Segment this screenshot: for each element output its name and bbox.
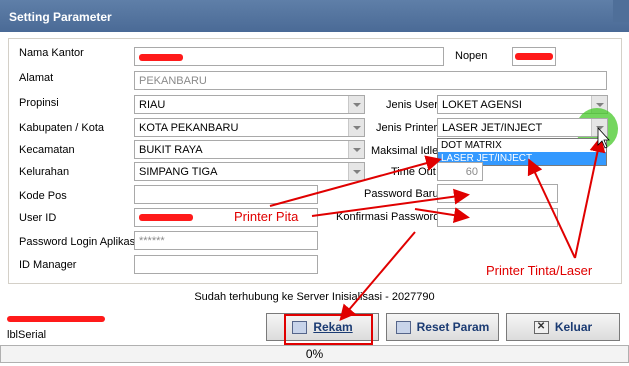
chevron-down-icon[interactable] [348, 96, 364, 113]
jenis-printer-label: Jenis Printer [376, 122, 438, 134]
kabupaten-select[interactable]: KOTA PEKANBARU [134, 118, 365, 137]
close-icon [533, 320, 549, 334]
chevron-down-icon[interactable] [348, 119, 364, 136]
nama-kantor-label: Nama Kantor [19, 47, 84, 59]
save-icon [395, 320, 411, 334]
konfirmasi-password-label: Konfirmasi Password [336, 211, 440, 223]
kode-pos-field[interactable] [134, 185, 318, 204]
serial-label: lblSerial [7, 329, 47, 341]
redaction-mark [139, 54, 183, 61]
chevron-down-icon[interactable] [348, 163, 364, 180]
server-status-text: Sudah terhubung ke Server Inisialisasi -… [194, 291, 435, 303]
maksimal-label: Maksimal Idle [371, 145, 439, 157]
annotation-printer-pita: Printer Pita [234, 209, 299, 224]
id-manager-field[interactable] [134, 255, 318, 274]
chevron-down-icon[interactable] [348, 141, 364, 158]
alamat-label: Alamat [19, 72, 54, 84]
reset-param-button-label: Reset Param [416, 320, 490, 334]
kelurahan-label: Kelurahan [19, 166, 70, 178]
window-title: Setting Parameter [9, 10, 112, 24]
window-edge [613, 0, 629, 22]
dropdown-option-dot-matrix[interactable]: DOT MATRIX [438, 139, 606, 152]
jenis-user-label: Jenis User [386, 99, 438, 111]
propinsi-label: Propinsi [19, 97, 59, 109]
window-titlebar: Setting Parameter [0, 0, 629, 32]
kabupaten-value: KOTA PEKANBARU [139, 122, 239, 134]
nopen-label: Nopen [455, 50, 488, 62]
password-login-label: Password Login Aplikasi [19, 236, 138, 248]
password-baru-label: Password Baru [364, 188, 439, 200]
jenis-user-value: LOKET AGENSI [442, 99, 522, 111]
time-out-field[interactable]: 60 [437, 162, 483, 181]
annotation-printer-tinta: Printer Tinta/Laser [486, 263, 593, 278]
kelurahan-value: SIMPANG TIGA [139, 166, 218, 178]
propinsi-value: RIAU [139, 99, 166, 111]
kecamatan-select[interactable]: BUKIT RAYA [134, 140, 365, 159]
redaction-mark [139, 214, 193, 221]
password-login-field[interactable]: ****** [134, 231, 318, 250]
save-icon [292, 320, 308, 334]
rekam-button-label: Rekam [313, 320, 353, 334]
kecamatan-value: BUKIT RAYA [139, 144, 203, 156]
jenis-printer-value: LASER JET/INJECT [442, 122, 543, 134]
nama-kantor-field[interactable] [134, 47, 444, 66]
jenis-printer-select[interactable]: LASER JET/INJECT [437, 118, 608, 137]
password-baru-field[interactable] [437, 184, 558, 203]
keluar-button[interactable]: Keluar [506, 313, 620, 341]
keluar-button-label: Keluar [554, 320, 593, 334]
rekam-button[interactable]: Rekam [266, 313, 379, 341]
jenis-user-select[interactable]: LOKET AGENSI [437, 95, 608, 114]
id-manager-label: ID Manager [19, 259, 77, 271]
alamat-field[interactable]: PEKANBARU [134, 71, 607, 90]
konfirmasi-password-field[interactable] [437, 208, 558, 227]
kelurahan-select[interactable]: SIMPANG TIGA [134, 162, 365, 181]
nopen-field[interactable] [512, 47, 556, 66]
progress-label: 0% [305, 347, 324, 361]
propinsi-select[interactable]: RIAU [134, 95, 365, 114]
kabupaten-label: Kabupaten / Kota [19, 122, 105, 134]
kode-pos-label: Kode Pos [19, 190, 67, 202]
redaction-mark [515, 53, 553, 60]
chevron-down-icon[interactable] [591, 119, 607, 136]
user-id-label: User ID [19, 212, 57, 224]
time-out-label: Time Out [391, 166, 436, 178]
reset-param-button[interactable]: Reset Param [386, 313, 499, 341]
kecamatan-label: Kecamatan [19, 144, 75, 156]
redaction-mark [7, 316, 105, 322]
